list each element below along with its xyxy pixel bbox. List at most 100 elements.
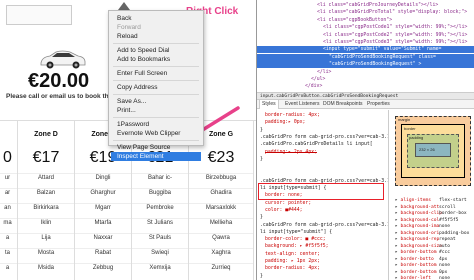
zone-locality: Dingli xyxy=(75,173,131,182)
zone-locality: Msida xyxy=(18,263,74,272)
zone-locality: Zebbug xyxy=(75,263,131,272)
menu-item-forward[interactable]: Forward xyxy=(117,23,141,32)
zone-locality: Swieqi xyxy=(132,248,188,257)
tab-properties[interactable]: Properties xyxy=(365,100,392,109)
menu-item-save-as[interactable]: Save As... xyxy=(117,97,146,106)
style-rule-line[interactable]: border-radius: 4px; xyxy=(265,112,320,119)
dom-tree-node[interactable]: <li class="cabGridProJourneyDetails"></l… xyxy=(257,2,474,9)
devtools-tab-bar: Styles Event Listeners DOM Breakpoints Prop… xyxy=(257,100,474,109)
menu-item-inspect-element[interactable]: Inspect Element xyxy=(111,152,201,161)
zone-locality: Rabat xyxy=(75,248,131,257)
computed-style-row[interactable]: ▸ border-left none xyxy=(395,276,450,280)
computed-prop: background-clip xyxy=(400,211,443,216)
zone-locality: Marsaxlokk xyxy=(189,203,253,212)
zone-locality: a xyxy=(0,233,17,242)
computed-styles-list: ▸ align-items flex-start ▸ background-att s… xyxy=(391,196,474,280)
devtools-panel: <li class="cabGridProJourneyDetails"></l… xyxy=(256,0,474,280)
zone-locality: Mellieha xyxy=(189,218,253,227)
dom-tree-node[interactable]: <input type="submit" value="Submit" name… xyxy=(257,46,474,54)
style-rule-line[interactable]: } xyxy=(260,156,263,163)
style-rule-line[interactable]: background: ▸ #f5f5f5; xyxy=(265,243,329,250)
style-rule-line[interactable]: .cabGridPro form cab-grid-pro.css?ver=ca… xyxy=(260,222,388,229)
style-rule-line[interactable]: border-radius: 4px; xyxy=(265,265,320,272)
zone-locality: Pembroke xyxy=(132,203,188,212)
style-rule-line[interactable]: } xyxy=(260,127,263,134)
menu-item-add-to-speed-dial[interactable]: Add to Speed Dial xyxy=(117,46,169,55)
menu-item-reload[interactable]: Reload xyxy=(117,32,138,41)
element-breadcrumb[interactable]: input.cabGridProButton.cabGridProSendBoo… xyxy=(257,92,474,100)
zone-locality: Iklin xyxy=(18,218,74,227)
computed-prop: background-ima xyxy=(400,224,440,229)
style-rule-line[interactable]: border: none; xyxy=(265,192,303,199)
style-rule-line[interactable]: cursor: pointer; xyxy=(265,200,311,207)
menu-separator xyxy=(113,66,199,67)
style-rule-line[interactable]: } xyxy=(260,214,263,221)
styles-pane: border-radius: 4px; padding:▸ 0px;} .cabGr… xyxy=(257,110,389,280)
dom-tree-node[interactable]: <li class="cabGridProTotal" style="displ… xyxy=(257,9,474,16)
zone-locality: Attard xyxy=(18,173,74,182)
dom-tree-node[interactable]: "cabGridProSendBookingRequest" class= xyxy=(257,53,474,61)
mouse-cursor-icon xyxy=(118,2,130,10)
zone-locality: Xaghra xyxy=(189,248,253,257)
style-rule-line[interactable]: text-align: center; xyxy=(265,251,320,258)
menu-separator xyxy=(113,117,199,118)
menu-separator xyxy=(113,80,199,81)
menu-item-back[interactable]: Back xyxy=(117,14,131,23)
zone-locality: ar xyxy=(0,188,17,197)
dom-tree-node[interactable]: <li class="cgpPostCode2" style="width: 9… xyxy=(257,32,474,39)
tab-dom-breakpoints[interactable]: DOM Breakpoints xyxy=(321,100,364,109)
menu-separator xyxy=(113,140,199,141)
dom-tree-node[interactable]: <li class="cgpPostCode1" style="width: 9… xyxy=(257,24,474,31)
box-model-margin-label: margin xyxy=(398,117,411,122)
context-menu: Back Forward Reload Add to Speed Dial Add to… xyxy=(108,10,204,161)
zone-locality: a xyxy=(0,263,17,272)
menu-item-enter-full-screen[interactable]: Enter Full Screen xyxy=(117,69,167,78)
zone-locality: Naxxar xyxy=(75,233,131,242)
car-image xyxy=(40,50,86,69)
menu-item-evernote-web-clipper[interactable]: Evernote Web Clipper xyxy=(117,129,180,138)
zone-locality: St Julians xyxy=(132,218,188,227)
style-rule-line[interactable]: color: ■#444; xyxy=(265,207,303,214)
computed-prop: align-items xyxy=(400,198,431,203)
menu-item-add-to-bookmarks[interactable]: Add to Bookmarks xyxy=(117,55,170,64)
price-value: €20.00 xyxy=(28,70,90,92)
dom-tree-node[interactable]: </div> xyxy=(257,83,474,90)
menu-item-1password[interactable]: 1Password xyxy=(117,120,149,129)
style-rule-line[interactable]: border-color: ■ #ccc; xyxy=(265,236,326,243)
style-rule-line[interactable]: li input[type="submit"] { xyxy=(260,229,332,236)
style-rule-line[interactable]: padding:▸ 2px 4px; xyxy=(265,149,317,156)
style-rule-line[interactable]: .cabGridPro form cab-grid-pro.css?ver=ca… xyxy=(260,134,388,141)
computed-prop: border-left xyxy=(400,276,431,280)
zone-locality: Buggiba xyxy=(132,188,188,197)
zone-column: Zone D €17 Attard Balzan Birkirkara Iklin Lija… xyxy=(18,121,75,280)
tab-styles[interactable]: Styles xyxy=(259,100,279,109)
dom-tree-node[interactable]: </li> xyxy=(257,69,474,76)
dom-tree-node[interactable]: </ul> xyxy=(257,76,474,83)
dom-tree-node[interactable]: <li class="cgpBookButton"> xyxy=(257,17,474,24)
dom-tree-node[interactable]: "cabGridProSendBookingRequest" > xyxy=(257,61,474,69)
menu-item-copy-address[interactable]: Copy Address xyxy=(117,83,157,92)
style-rule-line[interactable]: } xyxy=(260,273,263,280)
computed-prop: border-bottom xyxy=(400,263,437,268)
zone-locality: Qawra xyxy=(189,233,253,242)
zone-locality: ma xyxy=(0,218,17,227)
computed-prop: border-bottom xyxy=(400,250,437,255)
box-model-border-label: border xyxy=(404,126,416,131)
box-model-padding-label: padding xyxy=(409,135,424,140)
style-rule-line[interactable]: padding:▸ 0px; xyxy=(265,119,305,126)
style-rule-line[interactable]: padding: ▸ 1px 2px; xyxy=(265,258,320,265)
menu-item-view-page-source[interactable]: View Page Source xyxy=(117,143,170,152)
computed-prop: border-botto xyxy=(400,256,434,262)
zone-price: 0 xyxy=(3,149,12,166)
zone-name: Zone D xyxy=(34,131,58,138)
style-rule-line[interactable]: li input[type=submit] { xyxy=(260,185,326,192)
style-rule-line[interactable]: .cabGridPro form cab-grid-pro.css?ver=ca… xyxy=(260,178,388,185)
page-search-box[interactable] xyxy=(6,5,72,25)
style-rule-line[interactable]: .cabGridPro.cabGridProDetails li input[ xyxy=(260,141,373,148)
tab-event-listeners[interactable]: Event Listeners xyxy=(283,100,321,109)
computed-val: none xyxy=(439,276,451,280)
dom-tree-node[interactable]: <li class="cgpPostCode3" style="width: 9… xyxy=(257,39,474,46)
zone-locality: Mgarr xyxy=(75,203,131,212)
computed-prop: background-size xyxy=(400,243,443,249)
menu-item-print[interactable]: Print... xyxy=(117,106,136,115)
